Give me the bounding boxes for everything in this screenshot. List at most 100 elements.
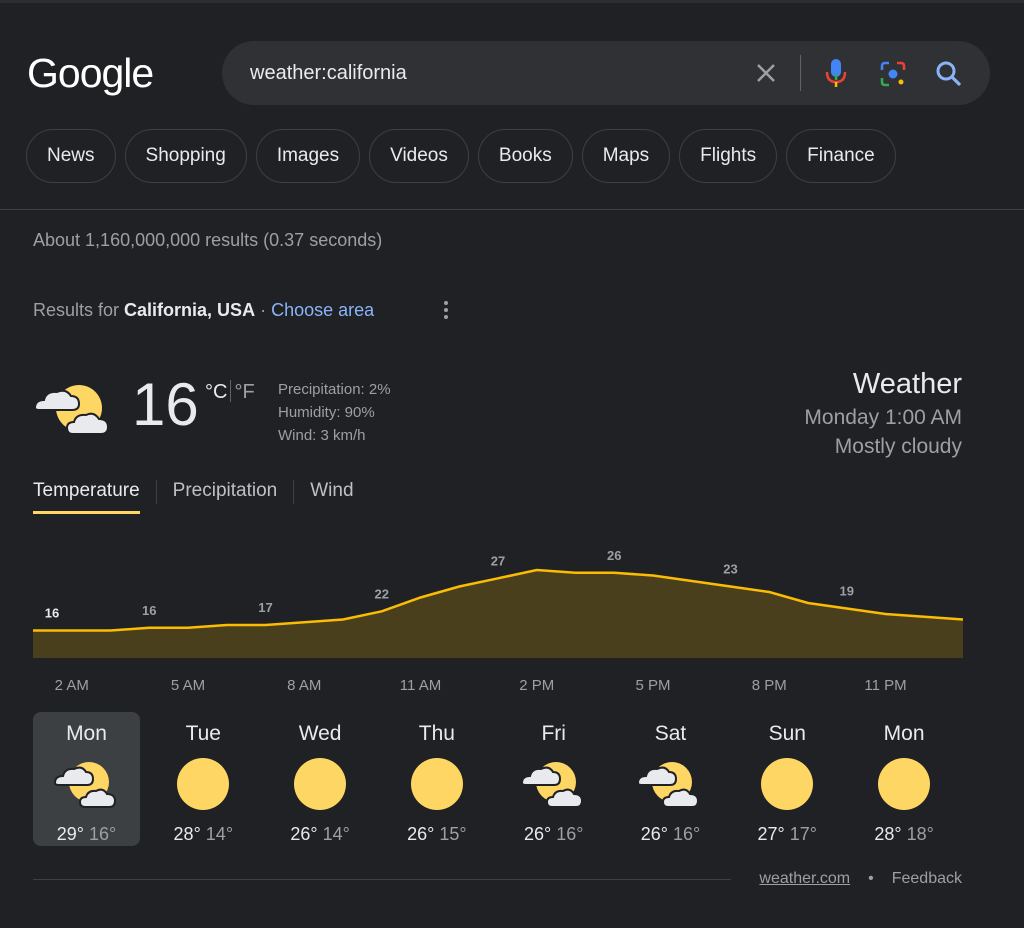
day-name: Thu [418, 722, 455, 745]
feedback-link[interactable]: Feedback [892, 870, 962, 888]
data-label: 26 [607, 548, 621, 563]
current-temperature: 16 [132, 371, 199, 438]
sunny-icon [761, 758, 814, 810]
humidity-text: Humidity: 90% [278, 404, 375, 421]
chip-shopping[interactable]: Shopping [124, 129, 247, 183]
x-tick-label: 2 PM [519, 677, 554, 694]
data-label: 27 [491, 553, 505, 568]
weather-time: Monday 1:00 AM [804, 406, 962, 429]
low-temp: 14° [322, 824, 350, 844]
search-divider [800, 55, 801, 91]
low-temp: 16° [89, 824, 117, 844]
tab-precipitation[interactable]: Precipitation [173, 480, 278, 514]
temperature-chart[interactable]: 16 16 17 22 27 26 23 19 2 AM 5 AM 8 AM 11 AM 2 PM 5 P… [33, 540, 963, 710]
search-input[interactable]: weather:california [250, 62, 407, 85]
high-temp: 26° [407, 824, 435, 844]
low-temp: 15° [439, 824, 467, 844]
chip-flights[interactable]: Flights [679, 129, 778, 183]
celsius-toggle[interactable]: °C [205, 381, 227, 403]
unit-toggle: °C °F [205, 380, 255, 404]
low-temp: 17° [789, 824, 818, 844]
low-temp: 18° [906, 824, 934, 844]
temperature-area [33, 570, 963, 658]
close-icon[interactable] [752, 59, 780, 87]
header-divider [0, 209, 1024, 210]
weather-condition: Mostly cloudy [834, 435, 962, 458]
footer-dot: • [868, 870, 874, 887]
day-name: Sun [768, 722, 806, 745]
day-temps: 28° 18° [874, 824, 933, 845]
more-options-icon[interactable] [440, 300, 452, 320]
google-logo[interactable]: Google [27, 50, 154, 97]
forecast-day-2[interactable]: Wed 26° 14° [267, 712, 374, 846]
tab-wind[interactable]: Wind [310, 480, 353, 514]
footer-divider [33, 879, 731, 880]
forecast-day-3[interactable]: Thu 26° 15° [383, 712, 490, 846]
x-tick-label: 8 PM [752, 677, 787, 694]
day-temps: 26° 16° [524, 824, 583, 845]
x-tick-label: 8 AM [287, 677, 321, 694]
tab-separator [155, 480, 157, 504]
weather-title: Weather [852, 368, 962, 400]
forecast-day-1[interactable]: Tue 28° 14° [150, 712, 257, 846]
data-label: 17 [258, 600, 272, 615]
data-label: 19 [840, 584, 854, 599]
search-icon[interactable] [934, 59, 964, 89]
partly-cloudy-icon [520, 762, 583, 808]
day-name: Mon [66, 722, 107, 745]
high-temp: 26° [523, 824, 552, 844]
forecast-day-0[interactable]: Mon 29° 16° [33, 712, 140, 846]
choose-area-link[interactable]: Choose area [271, 300, 374, 320]
data-label: 16 [142, 603, 156, 618]
search-box[interactable]: weather:california [222, 41, 990, 105]
day-name: Wed [298, 722, 342, 745]
day-temps: 26° 15° [407, 824, 466, 845]
result-stats: About 1,160,000,000 results (0.37 second… [33, 230, 383, 250]
x-tick-label: 5 AM [171, 677, 205, 694]
low-temp: 14° [205, 824, 234, 844]
chip-images[interactable]: Images [255, 129, 361, 183]
partly-cloudy-icon [637, 762, 700, 808]
camera-search-icon[interactable] [878, 59, 908, 89]
high-temp: 27° [757, 824, 785, 844]
footer: weather.com • Feedback [759, 870, 962, 888]
sunny-icon [878, 758, 931, 810]
results-for-location: California, USA [124, 300, 256, 320]
day-name: Fri [541, 722, 566, 745]
x-tick-label: 2 AM [55, 677, 89, 694]
daily-forecast: Mon 29° 16° Tue 28° 14° Wed 26° 14° Thu 26° 15°… [33, 712, 968, 846]
x-tick-label: 5 PM [635, 677, 670, 694]
day-temps: 28° 14° [174, 824, 233, 845]
high-temp: 28° [173, 824, 201, 844]
unit-separator [230, 380, 232, 402]
high-temp: 26° [640, 824, 668, 844]
chip-finance[interactable]: Finance [786, 129, 896, 183]
chip-books[interactable]: Books [477, 129, 573, 183]
chip-videos[interactable]: Videos [369, 129, 469, 183]
day-name: Tue [185, 722, 221, 745]
x-tick-label: 11 AM [400, 677, 441, 694]
results-for-line: Results for California, USA · Choose are… [33, 300, 374, 321]
wind-text: Wind: 3 km/h [278, 427, 366, 444]
sunny-icon [294, 758, 347, 810]
x-tick-label: 11 PM [864, 677, 906, 694]
chart-tabs: Temperature Precipitation Wind [33, 480, 354, 514]
low-temp: 16° [672, 824, 701, 844]
forecast-day-4[interactable]: Fri 26° 16° [500, 712, 607, 846]
microphone-icon[interactable] [822, 57, 850, 89]
day-name: Sat [654, 722, 687, 745]
fahrenheit-toggle[interactable]: °F [234, 381, 254, 403]
precipitation-text: Precipitation: 2% [278, 381, 391, 398]
forecast-day-5[interactable]: Sat 26° 16° [617, 712, 724, 846]
forecast-day-7[interactable]: Mon 28° 18° [851, 712, 958, 846]
high-temp: 29° [56, 824, 84, 844]
tab-separator [293, 480, 295, 504]
day-temps: 26° 16° [641, 824, 700, 845]
data-label: 23 [723, 562, 737, 577]
source-link[interactable]: weather.com [759, 870, 850, 888]
forecast-day-6[interactable]: Sun 27° 17° [734, 712, 841, 846]
tab-temperature[interactable]: Temperature [33, 480, 140, 514]
chip-news[interactable]: News [26, 129, 116, 183]
results-for-separator: · [260, 300, 267, 320]
chip-maps[interactable]: Maps [581, 129, 671, 183]
